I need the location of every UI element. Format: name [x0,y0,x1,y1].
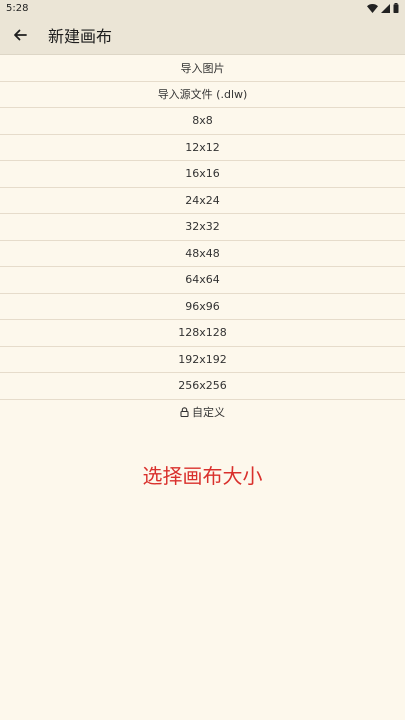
size-96x96-item[interactable]: 96x96 [0,294,405,320]
wifi-icon [367,3,378,13]
list-item-label: 128x128 [178,326,227,340]
size-32x32-item[interactable]: 32x32 [0,214,405,241]
size-8x8-item[interactable]: 8x8 [0,108,405,135]
status-icons [367,3,399,13]
list-item-label: 12x12 [185,140,220,154]
list-item-label: 8x8 [192,114,213,128]
lock-icon [180,407,189,418]
list-item-label: 256x256 [178,379,227,393]
size-24x24-item[interactable]: 24x24 [0,188,405,214]
arrow-left-icon [14,29,27,41]
size-128x128-item[interactable]: 128x128 [0,320,405,347]
app-bar: 新建画布 [0,16,405,55]
status-bar: 5:28 [0,0,405,16]
status-time: 5:28 [6,2,29,14]
list-item-label: 48x48 [185,246,220,260]
list-item-label: 24x24 [185,193,220,207]
canvas-option-list: 导入图片 导入源文件 (.dlw) 8x8 12x12 16x16 24x24 … [0,55,405,425]
list-item-label: 导入源文件 (.dlw) [157,88,248,102]
select-canvas-size-prompt: 选择画布大小 [142,464,263,488]
size-192x192-item[interactable]: 192x192 [0,347,405,373]
list-item-label: 96x96 [185,299,220,313]
size-256x256-item[interactable]: 256x256 [0,373,405,400]
size-64x64-item[interactable]: 64x64 [0,267,405,294]
back-button[interactable] [10,25,30,45]
list-item-label: 导入图片 [180,61,225,75]
import-image-item[interactable]: 导入图片 [0,55,405,82]
list-item-label: 192x192 [178,352,227,366]
list-item-label: 自定义 [192,406,225,420]
list-item-label: 16x16 [185,167,220,181]
list-item-label: 64x64 [185,273,220,287]
battery-icon [393,3,399,13]
page-title: 新建画布 [48,27,113,46]
size-48x48-item[interactable]: 48x48 [0,241,405,267]
size-12x12-item[interactable]: 12x12 [0,135,405,161]
custom-size-item[interactable]: 自定义 [0,400,405,426]
signal-icon [381,3,390,13]
import-source-file-item[interactable]: 导入源文件 (.dlw) [0,82,405,108]
list-item-label: 32x32 [185,220,220,234]
size-16x16-item[interactable]: 16x16 [0,161,405,188]
